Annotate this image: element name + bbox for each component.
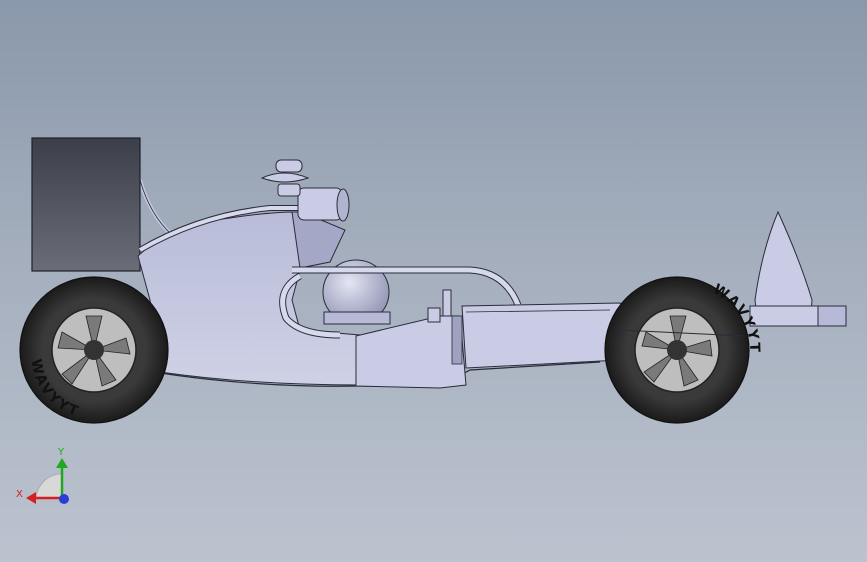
rear-wing[interactable]: [31, 137, 141, 272]
airbox-intake[interactable]: [297, 187, 343, 221]
coordinate-triad[interactable]: Y X: [16, 447, 69, 504]
cad-viewport[interactable]: WAVYYT WAVYYT Y X: [0, 0, 867, 562]
xy-plane-quarter: [35, 473, 63, 499]
car-model[interactable]: WAVYYT WAVYYT Y X: [0, 0, 867, 562]
rear-wing-strut[interactable]: [138, 179, 174, 237]
cockpit-panel[interactable]: [355, 315, 467, 389]
z-axis-dot: [59, 494, 69, 504]
x-axis-label: X: [16, 489, 23, 500]
steering-column[interactable]: [442, 289, 452, 317]
front-wheel[interactable]: WAVYYT: [604, 276, 762, 424]
rear-wheel[interactable]: WAVYYT: [19, 276, 169, 424]
y-axis-label: Y: [57, 447, 65, 458]
